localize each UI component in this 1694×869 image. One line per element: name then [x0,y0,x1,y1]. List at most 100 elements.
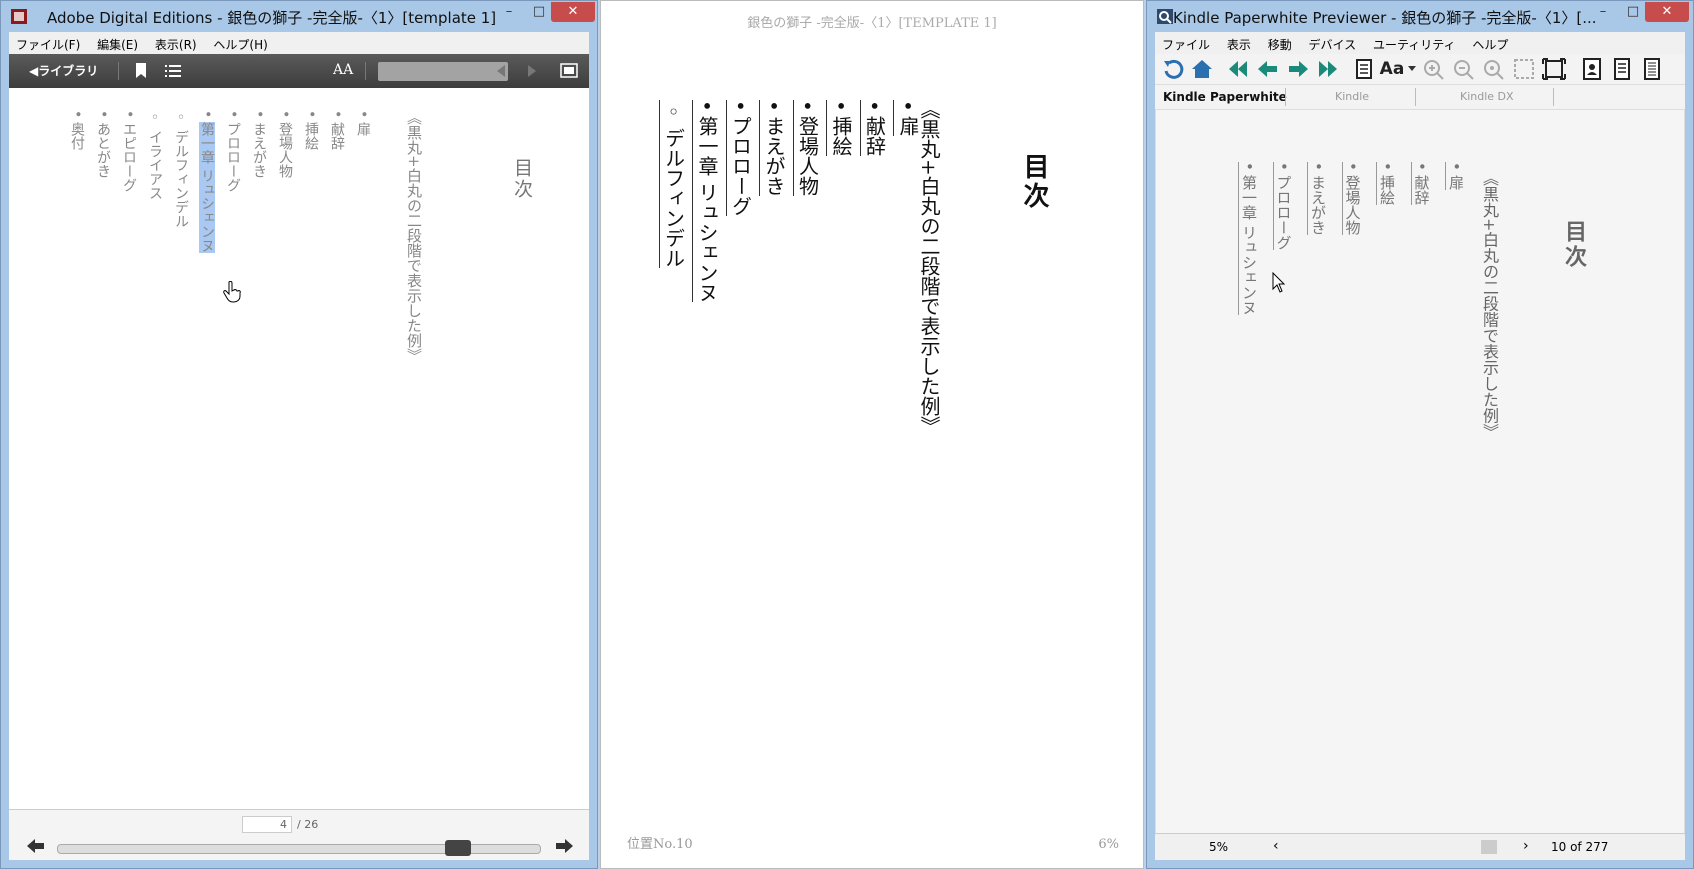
zoom-reset-icon[interactable] [1481,57,1507,81]
menu-go[interactable]: 移動 [1268,36,1292,53]
toc-item-label: まえがき [251,122,267,179]
toc-item[interactable]: • 献辞 [859,100,890,156]
toc-item-label: プロローグ [1274,174,1293,250]
toc-item[interactable]: • 挿絵 [301,110,321,150]
fullscreen-icon[interactable] [560,63,578,78]
bullet-mark: ◦ [173,110,189,126]
close-button[interactable]: ✕ [551,2,595,22]
minimize-button[interactable]: – [1587,2,1619,22]
next-page-icon[interactable] [527,65,537,77]
slider-handle[interactable] [445,840,471,856]
zoom-in-icon[interactable] [1421,57,1447,81]
ade-reading-pane[interactable]: 目次 《黒丸+白丸の二段階で表示した例》 •扉 •献辞 •挿絵 •登場人物 •まえがき •… [9,88,589,810]
next-icon[interactable] [1285,57,1311,81]
bullet-mark: ◦ [661,100,686,124]
toc-item[interactable]: • 第一章 リュシェンヌ [692,100,722,303]
rotate-icon[interactable] [1161,57,1187,81]
toc-item[interactable]: ◦ イライアス [145,110,165,200]
bullet-mark: • [795,100,820,112]
font-size-button[interactable]: AA [333,62,353,78]
home-icon[interactable] [1189,57,1215,81]
menu-device[interactable]: デバイス [1309,36,1357,53]
toc-item-label: 献辞 [1412,174,1431,205]
previous-icon[interactable] [1255,57,1281,81]
menu-help[interactable]: ヘルプ [1472,36,1508,53]
scroll-left-icon[interactable]: ‹ [1273,838,1279,854]
zoom-out-icon[interactable] [1451,57,1477,81]
toc-item[interactable]: • 献辞 [327,110,347,150]
page-slider[interactable] [57,840,541,856]
forward-arrow-icon[interactable] [555,838,573,854]
notes-icon[interactable] [1639,57,1665,81]
kindle-page[interactable]: 目次 《黒丸+白丸の二段階で表示した例》 •扉 •献辞 •挿絵 •登場人物 •まえがき •… [1155,109,1685,834]
toc-item[interactable]: • まえがき [1307,162,1329,235]
toc-item[interactable]: • プロローグ [725,100,756,216]
toc-item[interactable]: • 第一章 リュシェンヌ [197,110,217,253]
toc-item[interactable]: • エピローグ [119,110,139,192]
toc-item-label: 第一章 リュシェンヌ [695,115,719,303]
toc-icon[interactable] [1351,57,1377,81]
location-label: 位置No.10 [627,837,693,852]
toc-title: 目次 [1561,220,1587,270]
bullet-mark: • [762,100,786,112]
menu-file[interactable]: ファイル [1162,36,1210,53]
toc-item[interactable]: • 挿絵 [826,100,856,156]
toc-item[interactable]: ◦ デルフィンデル [171,110,191,228]
kpv-titlebar[interactable]: Kindle Paperwhite Previewer - 銀色の獅子 -完全版… [1147,1,1693,33]
library-button[interactable]: ◀ライブラリ [29,62,98,79]
bullet-mark: • [303,110,319,119]
search-input[interactable] [378,62,508,81]
toc-item[interactable]: • 登場人物 [792,100,823,196]
bookmark-icon[interactable] [135,63,147,79]
previous-page-icon[interactable] [496,65,506,77]
menu-view[interactable]: 表示(R) [155,36,197,53]
ade-titlebar[interactable]: Adobe Digital Editions - 銀色の獅子 -完全版-〈1〉[… [1,1,597,33]
first-page-icon[interactable] [1225,57,1251,81]
toc-item[interactable]: • 第一章 リュシェンヌ [1238,162,1260,315]
toc-item[interactable]: • 献辞 [1410,162,1433,205]
last-page-icon[interactable] [1315,57,1341,81]
toc-item[interactable]: • 挿絵 [1376,162,1398,205]
toc-item[interactable]: •扉 [893,100,923,136]
scroll-thumb[interactable] [1481,840,1497,854]
font-size-button[interactable]: Aa [1379,57,1405,81]
page-total: / 26 [297,818,319,831]
menu-file[interactable]: ファイル(F) [16,36,80,53]
chevron-down-icon[interactable] [1408,66,1416,72]
toc-item[interactable]: • プロローグ [1272,162,1295,250]
toc-list-icon[interactable] [165,64,181,78]
toc-item[interactable]: • 登場人物 [1341,162,1364,235]
toc-item[interactable]: •扉 [1445,162,1467,190]
fullscreen-icon[interactable] [1541,57,1567,81]
toc-item[interactable]: • あとがき [93,110,113,178]
toc-item-label: プロローグ [728,115,753,216]
device-tabs: Kindle Paperwhite Kindle Kindle DX [1155,85,1685,109]
menu-edit[interactable]: 編集(E) [97,36,138,53]
portrait-icon[interactable] [1579,57,1605,81]
toc-item[interactable]: • まえがき [249,110,269,178]
bullet-mark: ◦ [147,110,163,126]
toc-item[interactable]: •扉 [353,110,373,136]
back-arrow-icon[interactable] [27,838,45,854]
tab-kindle-dx[interactable]: Kindle DX [1460,90,1514,103]
menu-utility[interactable]: ユーティリティ [1373,36,1456,53]
toc-item[interactable]: • まえがき [759,100,789,196]
close-button[interactable]: ✕ [1645,2,1689,22]
page-number-input[interactable]: 4 [242,816,292,833]
fit-icon[interactable] [1511,57,1537,81]
toc-item[interactable]: ◦ デルフィンデル [658,100,689,268]
toc-item[interactable]: • 奥付 [67,110,87,150]
tab-kindle[interactable]: Kindle [1335,90,1369,103]
minimize-button[interactable]: – [493,2,525,22]
toc-item-label: まえがき [762,115,786,196]
toc-item[interactable]: • プロローグ [223,110,243,192]
tab-kindle-paperwhite[interactable]: Kindle Paperwhite [1163,90,1287,104]
menu-view[interactable]: 表示 [1227,36,1251,53]
toc-item[interactable]: • 登場人物 [275,110,295,178]
page-icon[interactable] [1609,57,1635,81]
bullet-mark: • [199,110,215,119]
menu-help[interactable]: ヘルプ(H) [213,36,267,53]
bullet-mark: • [225,110,241,119]
hand-cursor-icon [223,281,241,303]
scroll-right-icon[interactable]: › [1523,838,1529,854]
